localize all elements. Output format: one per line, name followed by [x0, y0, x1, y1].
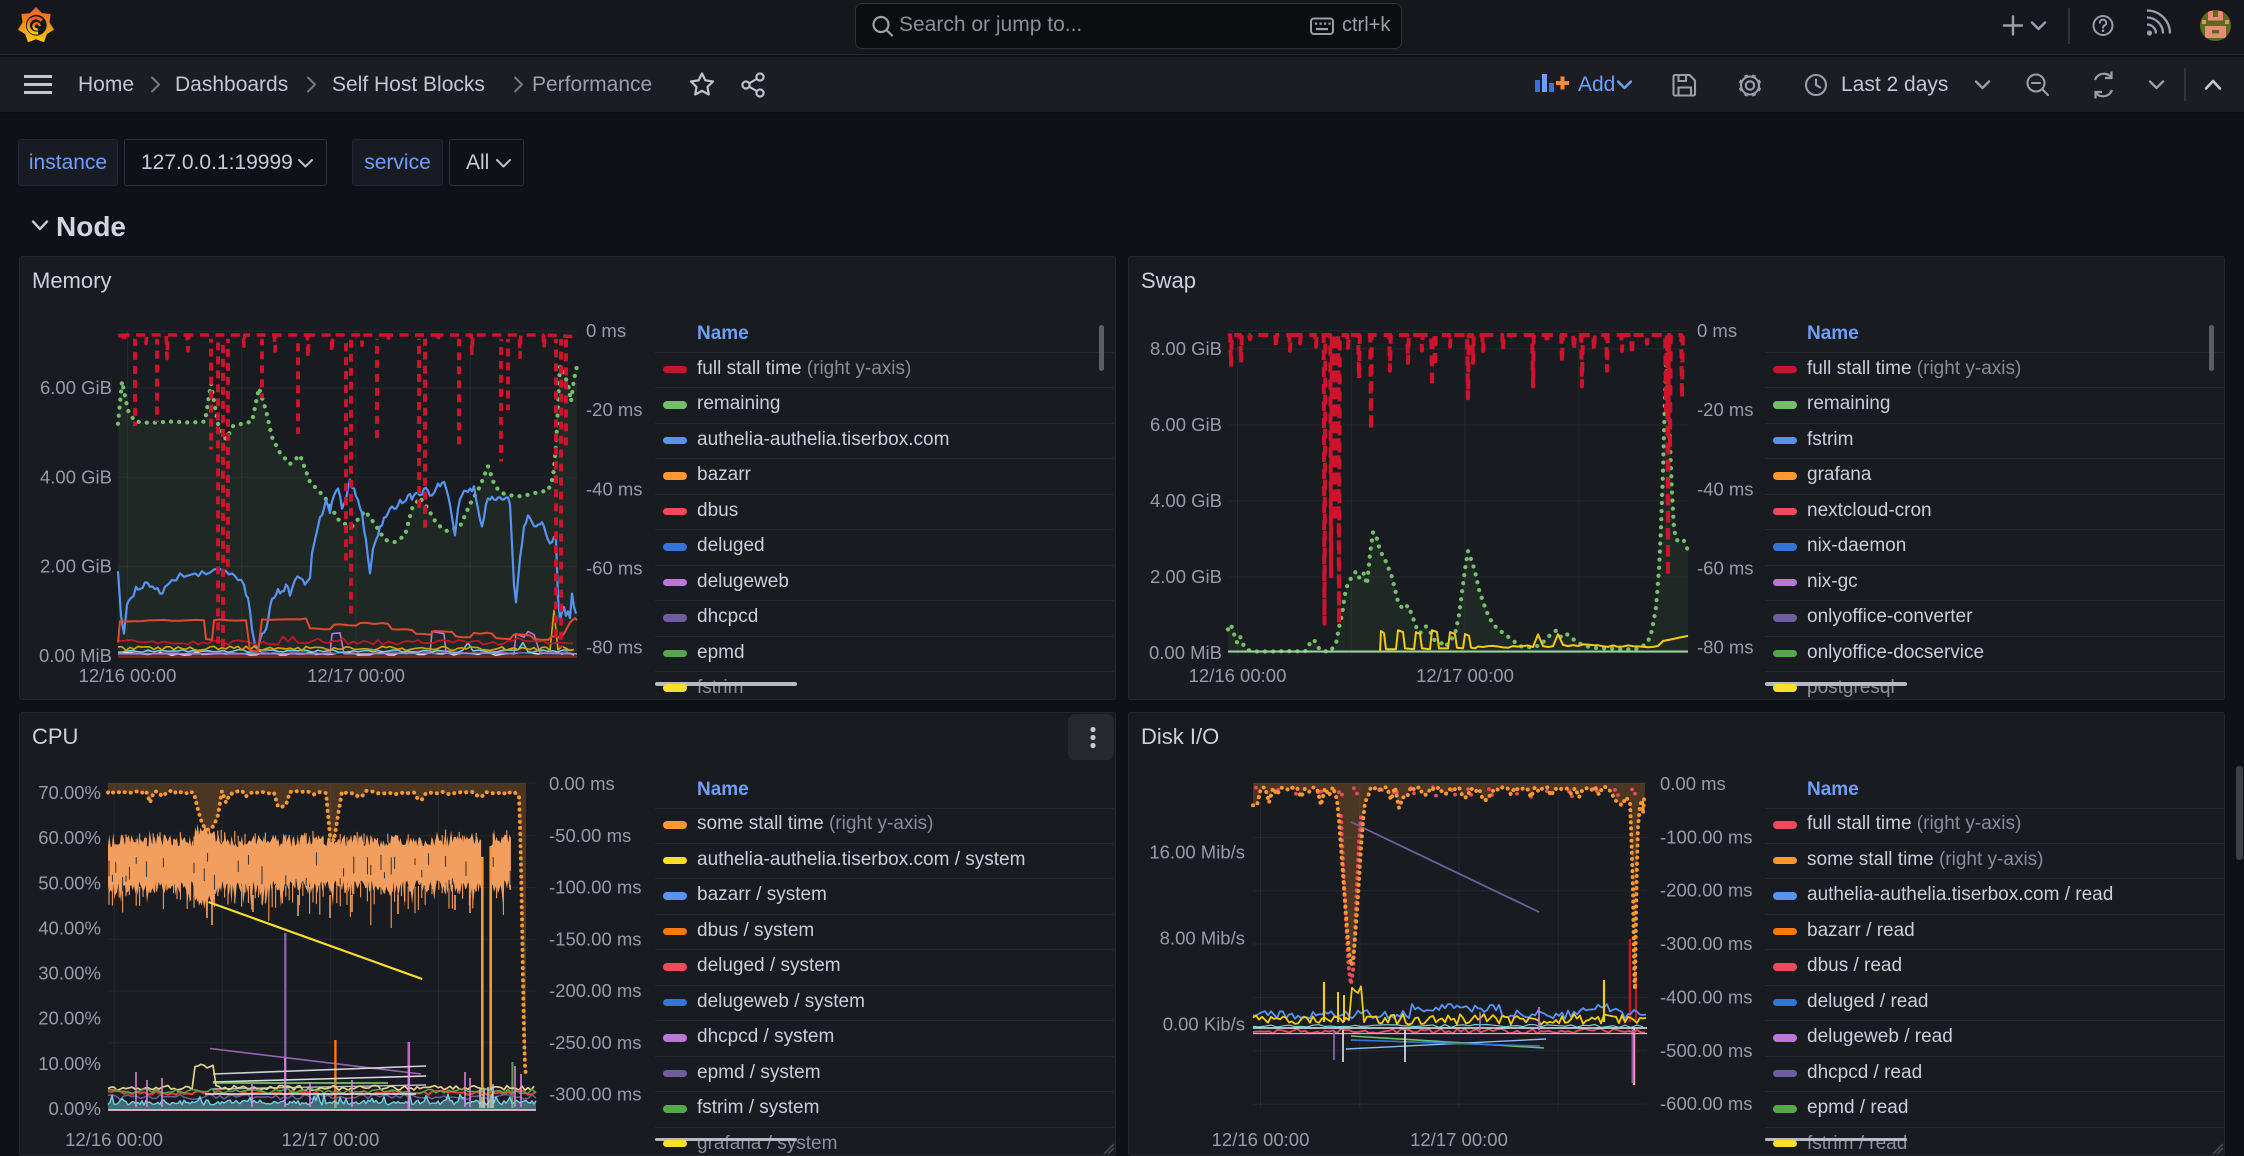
svg-text:4.00 GiB: 4.00 GiB	[40, 466, 112, 487]
svg-text:0 ms: 0 ms	[586, 320, 626, 341]
svg-text:12/17 00:00: 12/17 00:00	[1410, 1129, 1508, 1150]
svg-text:-60 ms: -60 ms	[586, 557, 643, 578]
svg-text:12/17 00:00: 12/17 00:00	[282, 1129, 380, 1150]
svg-text:-200.00 ms: -200.00 ms	[1660, 880, 1753, 901]
svg-text:-150.00 ms: -150.00 ms	[549, 928, 642, 949]
svg-text:0.00 MiB: 0.00 MiB	[1149, 642, 1222, 663]
svg-text:12/17 00:00: 12/17 00:00	[307, 665, 405, 686]
svg-text:-40 ms: -40 ms	[1697, 478, 1754, 499]
svg-text:-20 ms: -20 ms	[586, 399, 643, 420]
svg-text:-200.00 ms: -200.00 ms	[549, 980, 642, 1001]
svg-text:12/16 00:00: 12/16 00:00	[79, 665, 177, 686]
svg-text:12/16 00:00: 12/16 00:00	[65, 1129, 163, 1150]
svg-text:-500.00 ms: -500.00 ms	[1660, 1040, 1753, 1061]
svg-text:-300.00 ms: -300.00 ms	[549, 1084, 642, 1105]
svg-text:16.00 Mib/s: 16.00 Mib/s	[1149, 842, 1245, 863]
svg-text:20.00%: 20.00%	[38, 1008, 101, 1029]
svg-text:0 ms: 0 ms	[1697, 320, 1737, 341]
svg-text:0.00%: 0.00%	[49, 1098, 101, 1119]
svg-text:-20 ms: -20 ms	[1697, 399, 1754, 420]
svg-text:0.00 MiB: 0.00 MiB	[39, 645, 112, 666]
svg-text:-300.00 ms: -300.00 ms	[1660, 933, 1753, 954]
svg-text:-60 ms: -60 ms	[1697, 557, 1754, 578]
svg-text:0.00 ms: 0.00 ms	[549, 773, 615, 794]
svg-text:0.00 ms: 0.00 ms	[1660, 773, 1726, 794]
svg-text:-80 ms: -80 ms	[1697, 637, 1754, 658]
svg-text:4.00 GiB: 4.00 GiB	[1150, 490, 1222, 511]
svg-text:40.00%: 40.00%	[38, 917, 101, 938]
svg-text:12/17 00:00: 12/17 00:00	[1416, 665, 1514, 686]
svg-text:0.00 Kib/s: 0.00 Kib/s	[1163, 1014, 1245, 1035]
svg-text:6.00 GiB: 6.00 GiB	[1150, 414, 1222, 435]
svg-text:-50.00 ms: -50.00 ms	[549, 825, 631, 846]
svg-text:-400.00 ms: -400.00 ms	[1660, 986, 1753, 1007]
svg-text:-250.00 ms: -250.00 ms	[549, 1032, 642, 1053]
svg-text:8.00 Mib/s: 8.00 Mib/s	[1160, 928, 1245, 949]
svg-text:50.00%: 50.00%	[38, 872, 101, 893]
svg-text:-100.00 ms: -100.00 ms	[549, 877, 642, 898]
svg-text:8.00 GiB: 8.00 GiB	[1150, 338, 1222, 359]
svg-text:-80 ms: -80 ms	[586, 637, 643, 658]
svg-text:2.00 GiB: 2.00 GiB	[1150, 566, 1222, 587]
svg-text:12/16 00:00: 12/16 00:00	[1212, 1129, 1310, 1150]
svg-text:10.00%: 10.00%	[38, 1053, 101, 1074]
svg-text:-40 ms: -40 ms	[586, 478, 643, 499]
svg-text:2.00 GiB: 2.00 GiB	[40, 556, 112, 577]
svg-text:6.00 GiB: 6.00 GiB	[40, 377, 112, 398]
svg-text:-600.00 ms: -600.00 ms	[1660, 1093, 1753, 1114]
svg-text:60.00%: 60.00%	[38, 827, 101, 848]
svg-text:70.00%: 70.00%	[38, 782, 101, 803]
svg-text:-100.00 ms: -100.00 ms	[1660, 826, 1753, 847]
svg-text:30.00%: 30.00%	[38, 963, 101, 984]
svg-text:12/16 00:00: 12/16 00:00	[1189, 665, 1287, 686]
